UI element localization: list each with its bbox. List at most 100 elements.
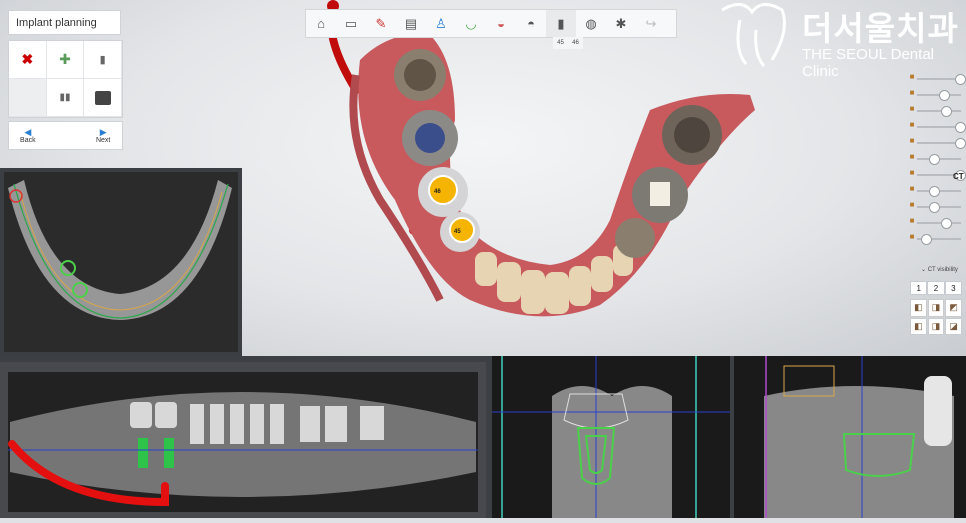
cross-section-view-2[interactable] (734, 356, 966, 518)
slider-knob[interactable] (941, 106, 952, 117)
view-number-buttons: 1 2 3 (910, 281, 962, 295)
layer-icon: ■ (909, 152, 915, 161)
visibility-slider-11[interactable]: ■ (903, 230, 966, 246)
cube-top-icon: ◨ (931, 302, 941, 313)
layer-icon: ■ (909, 136, 915, 145)
slider-knob[interactable] (929, 202, 940, 213)
axial-ct-view[interactable] (0, 168, 242, 356)
layer-icon: ■ (909, 184, 915, 193)
view-cube-front-button[interactable]: ◧ (910, 299, 927, 317)
implant-button[interactable]: ▮ (84, 41, 122, 79)
redo-icon: ↪ (645, 15, 657, 31)
guide-button[interactable]: ◍ (576, 10, 606, 37)
implant-label-46: 46 (434, 189, 441, 195)
slider-knob[interactable] (929, 154, 940, 165)
sleeve-button[interactable] (84, 79, 122, 117)
visibility-slider-8[interactable]: ■ (903, 182, 966, 198)
view-2-button[interactable]: 2 (927, 281, 945, 295)
view-cube-bottom-button[interactable]: ◨ (927, 317, 945, 335)
cube-back-icon: ◧ (914, 320, 923, 331)
add-implant-icon: ✚ (59, 51, 71, 67)
sub-label-45[interactable]: 45 (557, 40, 564, 46)
arch-button[interactable]: ◡ (456, 10, 486, 37)
layer-icon: ■ (909, 168, 915, 177)
layer-icon: ■ (909, 88, 915, 97)
visibility-slider-3[interactable]: ■ (903, 102, 966, 118)
view-cube-top-button[interactable]: ◨ (927, 299, 945, 317)
slider-track[interactable] (917, 110, 961, 112)
add-implant-button[interactable]: ✚ (46, 41, 85, 79)
layer-icon: ■ (909, 200, 915, 209)
implant-tool-button[interactable]: ▮ (546, 10, 576, 37)
bottom-views (0, 356, 966, 518)
implant-icon: ▮ (99, 54, 106, 66)
panorama-button[interactable]: ▭ (336, 10, 366, 37)
visibility-slider-9[interactable]: ■ (903, 198, 966, 214)
view-orientation-grid: ◧ ◨ ◩ ◧ ◨ ◪ (910, 299, 962, 335)
panel-title: Implant planning (8, 10, 121, 35)
slider-knob[interactable] (955, 122, 966, 133)
ct-visibility-toggle[interactable]: ⌄ CT visibility (921, 266, 958, 273)
home-icon: ⌂ (317, 16, 325, 31)
logo-korean-text: 더서울치과 (802, 10, 959, 47)
next-label: Next (95, 136, 111, 144)
implant-label-45: 45 (454, 229, 461, 235)
visibility-slider-6[interactable]: ■ (903, 150, 966, 166)
cube-bottom-icon: ◨ (931, 320, 941, 331)
arch-icon: ◡ (465, 15, 477, 31)
home-button[interactable]: ⌂ (306, 10, 336, 37)
visibility-slider-5[interactable]: ■ (903, 134, 966, 150)
visibility-slider-10[interactable]: ■ (903, 214, 966, 230)
panoramic-view[interactable] (0, 362, 486, 518)
slider-knob[interactable] (955, 138, 966, 149)
view-cube-right-button[interactable]: ◩ (945, 299, 962, 317)
abutment-button[interactable]: ▮▮ (46, 79, 85, 117)
next-button[interactable]: ▶ Next (84, 122, 122, 149)
implant-tools-grid: ✖ ✚ ▮ ▮▮ (8, 40, 123, 118)
view-3-button[interactable]: 3 (944, 281, 962, 295)
slider-knob[interactable] (955, 74, 966, 85)
visibility-slider-2[interactable]: ■ (903, 86, 966, 102)
nerve-button[interactable]: ✎ (366, 10, 396, 37)
visibility-slider-1[interactable]: ■ (903, 70, 966, 86)
slider-knob[interactable] (941, 218, 952, 229)
settings-button[interactable]: ✱ (606, 10, 636, 37)
guide-icon: ◍ (585, 15, 597, 31)
layer-icon: ■ (909, 232, 915, 241)
view-cube-back-button[interactable]: ◧ (910, 317, 927, 335)
back-button[interactable]: ◀ Back (9, 122, 47, 149)
navigation-box: ◀ Back ▶ Next (8, 121, 123, 150)
jaw-button[interactable]: ◒ (486, 10, 516, 37)
view-1-button[interactable]: 1 (910, 281, 928, 295)
layer-icon: ■ (909, 72, 915, 81)
back-arrow-icon: ◀ (24, 126, 32, 137)
tooth-button[interactable]: ♙ (426, 10, 456, 37)
tooth-logo-icon (721, 3, 786, 68)
layer-icon: ■ (909, 120, 915, 129)
back-label: Back (20, 136, 36, 144)
empty-tool-slot (9, 79, 47, 117)
nerve-icon: ✎ (375, 15, 387, 31)
slider-knob[interactable] (921, 234, 932, 245)
toolbar-sub-labels: 45 46 (553, 37, 583, 49)
layer-icon: ■ (909, 104, 915, 113)
view-cube-left-button[interactable]: ◪ (945, 317, 962, 335)
abutment-icon: ▮▮ (59, 92, 71, 103)
slider-track[interactable] (917, 222, 961, 224)
slider-knob[interactable] (939, 90, 950, 101)
slice-button[interactable]: ▤ (396, 10, 426, 37)
redo-button[interactable]: ↪ (636, 10, 666, 37)
crown-button[interactable]: ◓ (516, 10, 546, 37)
ct-visibility-label: CT visibility (927, 267, 958, 273)
clinic-logo: 더서울치과 THE SEOUL Dental Clinic (712, 0, 966, 80)
cross-section-view-1[interactable] (492, 356, 730, 518)
sub-label-46[interactable]: 46 (572, 40, 579, 46)
slice-icon: ▤ (404, 15, 418, 31)
delete-implant-button[interactable]: ✖ (9, 41, 47, 79)
next-arrow-icon: ▶ (99, 126, 107, 137)
ct-label: CT (953, 172, 964, 181)
sleeve-icon (94, 90, 111, 105)
slider-knob[interactable] (929, 186, 940, 197)
visibility-slider-4[interactable]: ■ (903, 118, 966, 134)
main-toolbar: ⌂ ▭ ✎ ▤ ♙ ◡ ◒ ◓ ▮ ◍ ✱ ↪ (305, 9, 677, 38)
